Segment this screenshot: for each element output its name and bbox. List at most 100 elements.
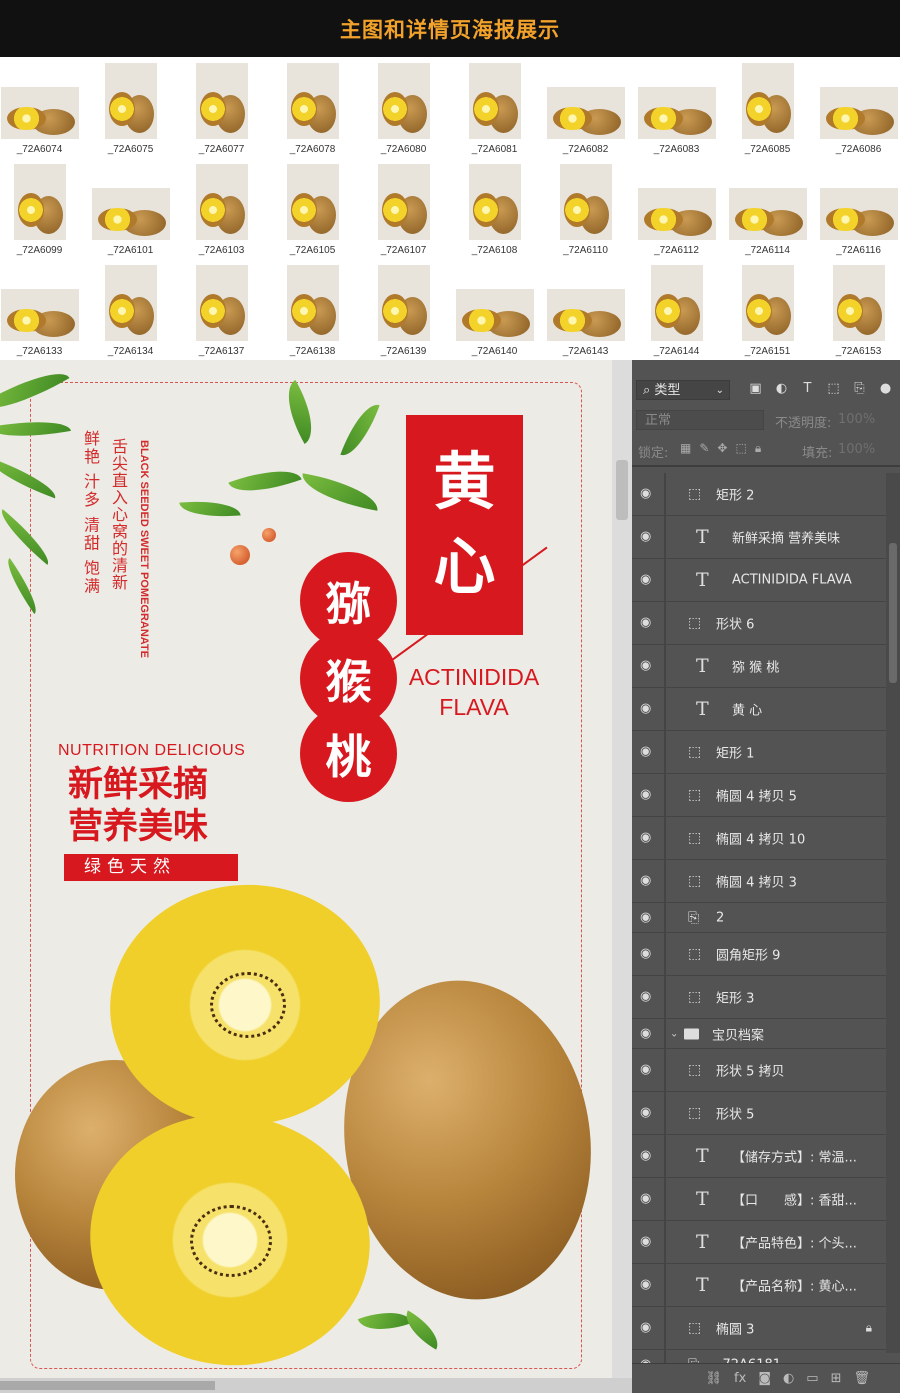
lock-position-icon[interactable]: ✥ (717, 441, 727, 456)
scrollbar-thumb[interactable] (0, 1381, 215, 1390)
opacity-input[interactable]: 100% (838, 412, 875, 427)
thumbnail-item[interactable]: _72A6134 (85, 259, 176, 360)
thumbnail-item[interactable]: _72A6112 (631, 158, 722, 259)
thumbnail-item[interactable]: _72A6085 (722, 57, 813, 158)
new-group-icon[interactable]: ▭ (806, 1371, 818, 1386)
kind-filter-select[interactable]: ⌕ 类型 ⌄ (636, 380, 730, 400)
visibility-eye-icon[interactable]: ◉ (640, 616, 658, 629)
layer-row[interactable]: ◉ T 猕 猴 桃 (632, 645, 886, 688)
layer-row[interactable]: ◉ T 【口 感】: 香甜... (632, 1178, 886, 1221)
thumbnail-item[interactable]: _72A6116 (813, 158, 900, 259)
canvas-horizontal-scrollbar[interactable] (0, 1378, 632, 1393)
lock-pixels-icon[interactable]: ✎ (699, 441, 709, 456)
group-expand-icon[interactable]: ⌄ (670, 1028, 678, 1039)
thumbnail-item[interactable]: _72A6086 (813, 57, 900, 158)
thumbnail-item[interactable]: _72A6083 (631, 57, 722, 158)
layer-row[interactable]: ◉ ⬚ 椭圆 4 拷贝 3 (632, 860, 886, 903)
visibility-eye-icon[interactable]: ◉ (640, 573, 658, 586)
thumbnail-item[interactable]: _72A6082 (540, 57, 631, 158)
visibility-eye-icon[interactable]: ◉ (640, 990, 658, 1003)
visibility-eye-icon[interactable]: ◉ (640, 1106, 658, 1119)
thumbnail-item[interactable]: _72A6108 (449, 158, 540, 259)
lock-all-icon[interactable]: 🔒︎ (755, 441, 761, 456)
fill-input[interactable]: 100% (838, 442, 875, 457)
layer-row[interactable]: ◉ T 【储存方式】: 常温... (632, 1135, 886, 1178)
visibility-eye-icon[interactable]: ◉ (640, 1321, 658, 1334)
layer-row[interactable]: ◉ ⬚ 形状 5 (632, 1092, 886, 1135)
scrollbar-thumb[interactable] (889, 543, 897, 683)
thumbnail-item[interactable]: _72A6110 (540, 158, 631, 259)
visibility-eye-icon[interactable]: ◉ (640, 530, 658, 543)
thumbnail-item[interactable]: _72A6138 (267, 259, 358, 360)
thumbnail-item[interactable]: _72A6133 (0, 259, 85, 360)
thumbnail-item[interactable]: _72A6140 (449, 259, 540, 360)
delete-layer-icon[interactable]: 🗑︎ (853, 1371, 870, 1386)
text-filter-icon[interactable]: T (799, 380, 816, 397)
thumbnail-item[interactable]: _72A6080 (358, 57, 449, 158)
visibility-eye-icon[interactable]: ◉ (640, 1149, 658, 1162)
adjustment-filter-icon[interactable]: ◐ (773, 380, 790, 397)
thumbnail-item[interactable]: _72A6075 (85, 57, 176, 158)
visibility-eye-icon[interactable]: ◉ (640, 1278, 658, 1291)
link-layers-icon[interactable]: ⛓ (706, 1371, 723, 1386)
adjustment-layer-icon[interactable]: ◐ (783, 1371, 794, 1386)
layer-row[interactable]: ◉ ⬚ 圆角矩形 9 (632, 933, 886, 976)
shape-filter-icon[interactable]: ⬚ (825, 380, 842, 397)
visibility-eye-icon[interactable]: ◉ (640, 874, 658, 887)
scrollbar-thumb[interactable] (616, 460, 628, 520)
new-layer-icon[interactable]: ⊞ (831, 1371, 842, 1386)
visibility-eye-icon[interactable]: ◉ (640, 1027, 658, 1040)
lock-artboard-icon[interactable]: ⬚ (735, 441, 746, 456)
image-filter-icon[interactable]: ▣ (747, 380, 764, 397)
canvas-vertical-scrollbar[interactable] (612, 360, 632, 1378)
visibility-eye-icon[interactable]: ◉ (640, 659, 658, 672)
layer-row[interactable]: ◉ ⬚ 形状 6 (632, 602, 886, 645)
layer-row[interactable]: ◉ T 【产品名称】: 黄心... (632, 1264, 886, 1307)
layer-row[interactable]: ◉ T 【产品特色】: 个头... (632, 1221, 886, 1264)
thumbnail-item[interactable]: _72A6144 (631, 259, 722, 360)
layer-row[interactable]: ◉ ⬚ 形状 5 拷贝 (632, 1049, 886, 1092)
filter-toggle-icon[interactable]: ● (877, 380, 894, 397)
thumbnail-item[interactable]: _72A6105 (267, 158, 358, 259)
layer-row[interactable]: ◉ T ACTINIDIDA FLAVA (632, 559, 886, 602)
thumbnail-item[interactable]: _72A6151 (722, 259, 813, 360)
thumbnail-item[interactable]: _72A6101 (85, 158, 176, 259)
visibility-eye-icon[interactable]: ◉ (640, 788, 658, 801)
thumbnail-item[interactable]: _72A6107 (358, 158, 449, 259)
layer-row[interactable]: ◉ ⬚ 矩形 2 (632, 473, 886, 516)
thumbnail-item[interactable]: _72A6099 (0, 158, 85, 259)
layer-row[interactable]: ◉ ⬚ 椭圆 3 🔒︎ (632, 1307, 886, 1350)
layer-row[interactable]: ◉ ⬚ 椭圆 4 拷贝 5 (632, 774, 886, 817)
layer-row[interactable]: ◉ ⬚ 矩形 3 (632, 976, 886, 1019)
add-mask-icon[interactable]: ◙ (758, 1371, 771, 1386)
thumbnail-item[interactable]: _72A6137 (176, 259, 267, 360)
thumbnail-item[interactable]: _72A6139 (358, 259, 449, 360)
visibility-eye-icon[interactable]: ◉ (640, 947, 658, 960)
visibility-eye-icon[interactable]: ◉ (640, 745, 658, 758)
layer-row[interactable]: ◉ ⬚ 椭圆 4 拷贝 10 (632, 817, 886, 860)
thumbnail-item[interactable]: _72A6081 (449, 57, 540, 158)
layers-scrollbar[interactable] (886, 473, 900, 1353)
thumbnail-item[interactable]: _72A6078 (267, 57, 358, 158)
layer-row[interactable]: ◉ T 黄 心 (632, 688, 886, 731)
thumbnail-item[interactable]: _72A6103 (176, 158, 267, 259)
blend-mode-select[interactable]: 正常 (636, 410, 764, 430)
visibility-eye-icon[interactable]: ◉ (640, 831, 658, 844)
layer-row[interactable]: ◉ ⎘ 2 (632, 903, 886, 933)
thumbnail-item[interactable]: _72A6153 (813, 259, 900, 360)
layer-row[interactable]: ◉ ⌄ 宝贝档案 (632, 1019, 886, 1049)
visibility-eye-icon[interactable]: ◉ (640, 1235, 658, 1248)
layer-row[interactable]: ◉ T 新鲜采摘 营养美味 (632, 516, 886, 559)
thumbnail-item[interactable]: _72A6077 (176, 57, 267, 158)
smart-object-filter-icon[interactable]: ⎘ (851, 380, 868, 397)
visibility-eye-icon[interactable]: ◉ (640, 911, 658, 924)
layer-style-icon[interactable]: fx (734, 1371, 746, 1386)
thumbnail-item[interactable]: _72A6143 (540, 259, 631, 360)
visibility-eye-icon[interactable]: ◉ (640, 487, 658, 500)
thumbnail-item[interactable]: _72A6074 (0, 57, 85, 158)
visibility-eye-icon[interactable]: ◉ (640, 1063, 658, 1076)
thumbnail-item[interactable]: _72A6114 (722, 158, 813, 259)
visibility-eye-icon[interactable]: ◉ (640, 1192, 658, 1205)
visibility-eye-icon[interactable]: ◉ (640, 702, 658, 715)
layer-row[interactable]: ◉ ⬚ 矩形 1 (632, 731, 886, 774)
